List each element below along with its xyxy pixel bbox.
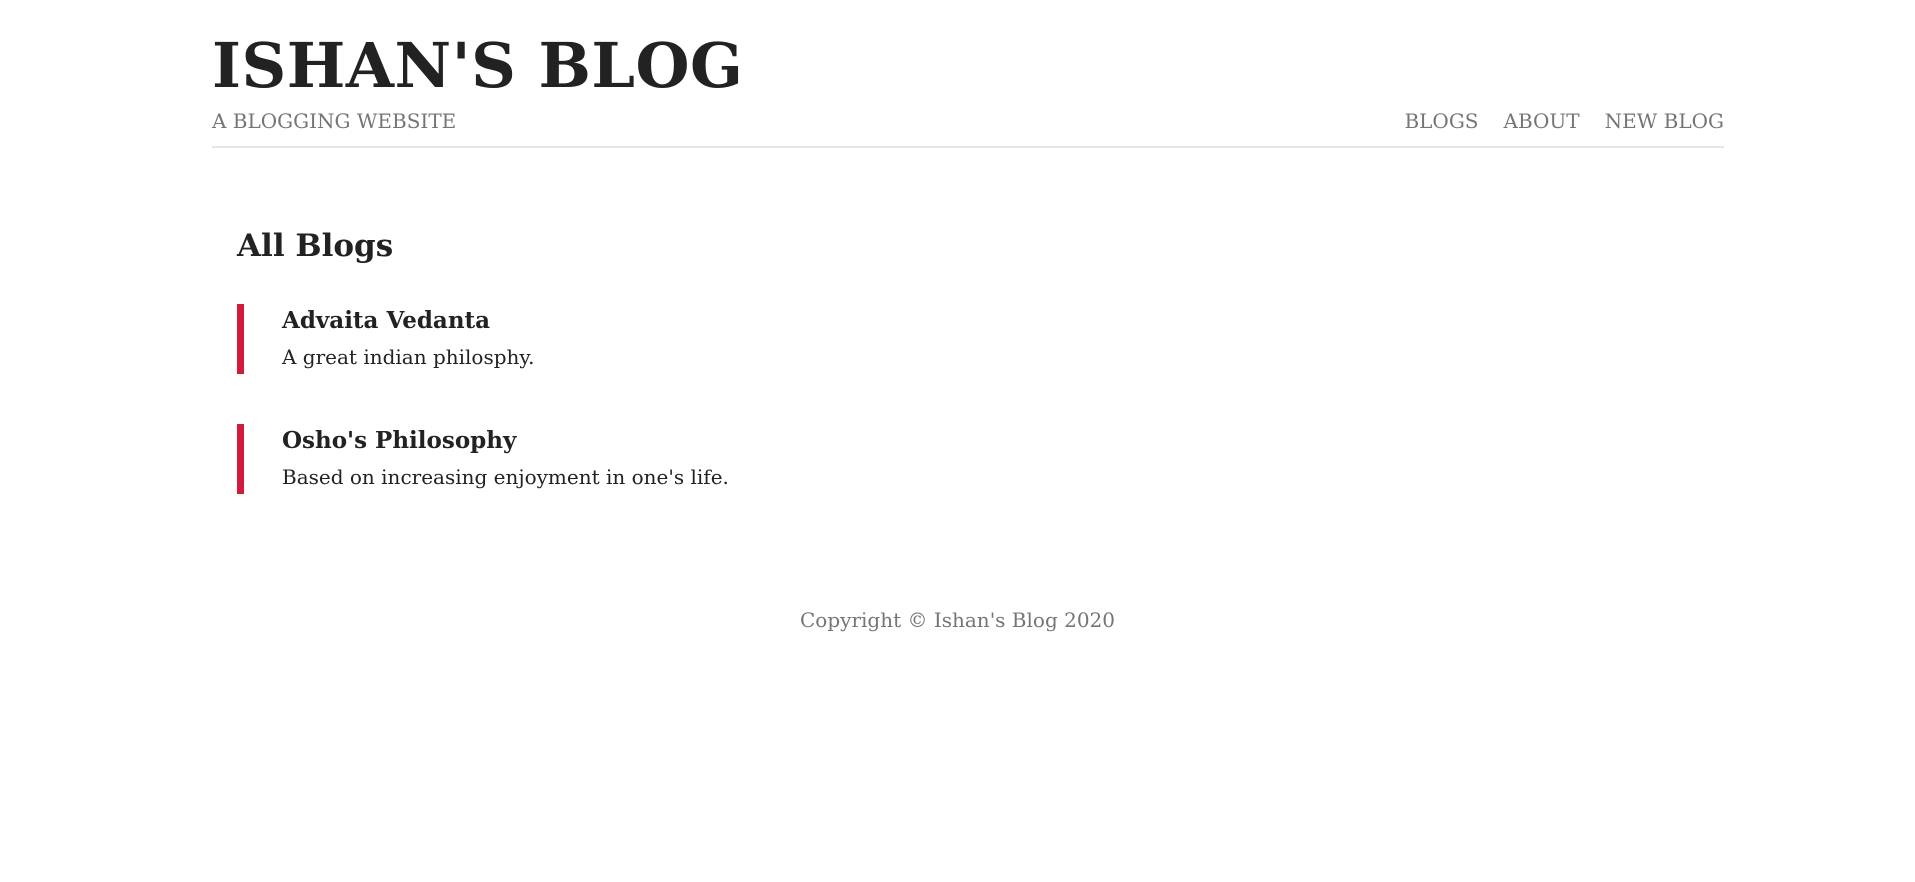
nav-link-new-blog[interactable]: NEW BLOG <box>1605 108 1724 134</box>
copyright-text: Copyright © Ishan's Blog 2020 <box>800 608 1115 632</box>
main-content: All Blogs Advaita Vedanta A great indian… <box>212 148 1724 494</box>
site-footer: Copyright © Ishan's Blog 2020 <box>0 607 1915 633</box>
blog-snippet: A great indian philosphy. <box>282 345 535 369</box>
blog-list: Advaita Vedanta A great indian philosphy… <box>237 304 1724 494</box>
blog-snippet: Based on increasing enjoyment in one's l… <box>282 465 729 489</box>
nav-link-about[interactable]: ABOUT <box>1504 108 1580 134</box>
blog-title[interactable]: Osho's Philosophy <box>282 424 1724 456</box>
main-nav: BLOGS ABOUT NEW BLOG <box>1404 108 1724 134</box>
blog-card[interactable]: Advaita Vedanta A great indian philosphy… <box>237 304 1724 374</box>
blog-card[interactable]: Osho's Philosophy Based on increasing en… <box>237 424 1724 494</box>
page-heading: All Blogs <box>237 228 394 264</box>
site-header: ISHAN'S BLOG A BLOGGING WEBSITE BLOGS AB… <box>212 0 1724 148</box>
blog-title[interactable]: Advaita Vedanta <box>282 304 1724 336</box>
site-title[interactable]: ISHAN'S BLOG <box>212 28 743 104</box>
nav-link-blogs[interactable]: BLOGS <box>1404 108 1478 134</box>
site-tagline: A BLOGGING WEBSITE <box>212 109 457 133</box>
page-container: ISHAN'S BLOG A BLOGGING WEBSITE BLOGS AB… <box>212 0 1724 494</box>
